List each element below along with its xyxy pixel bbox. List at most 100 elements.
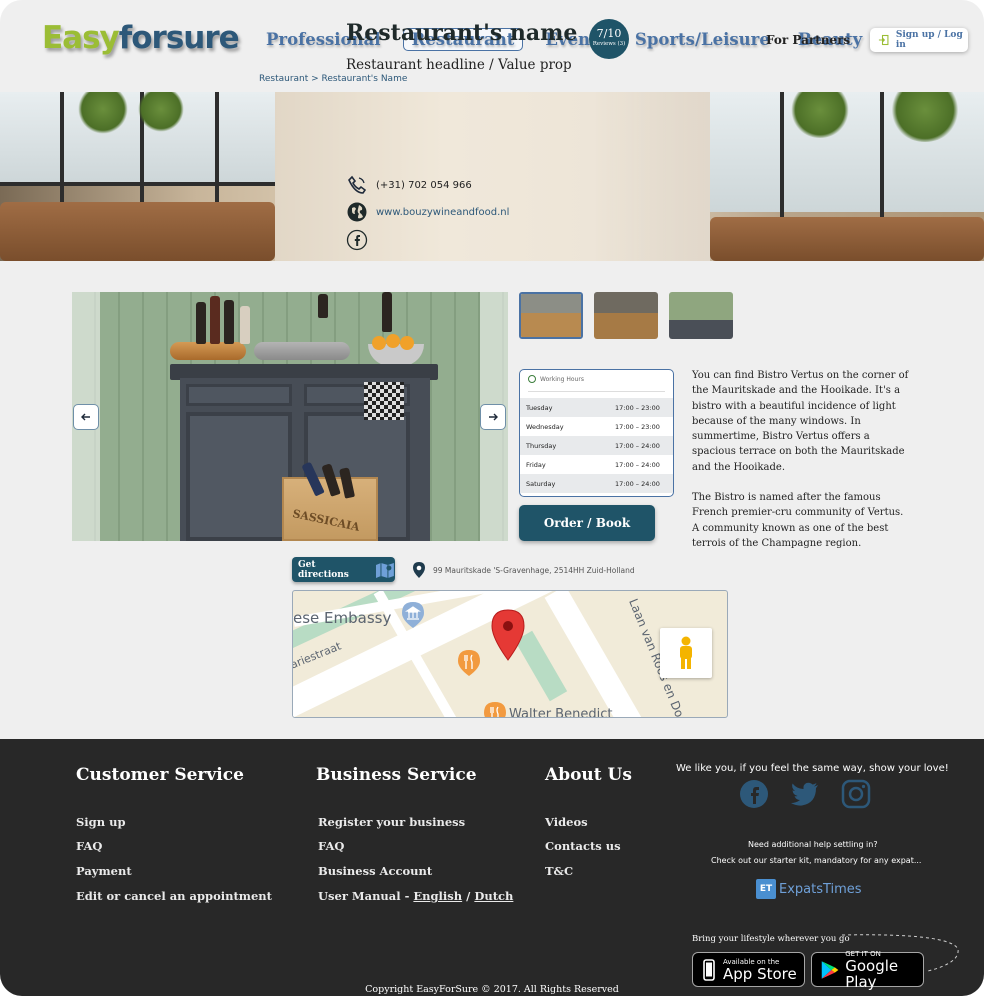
copyright: Copyright EasyForSure © 2017. All Rights…: [365, 984, 619, 995]
signup-login-label: Sign up / Log in: [895, 30, 963, 50]
facebook-row[interactable]: [346, 229, 376, 251]
instagram-icon[interactable]: [841, 779, 871, 809]
footer-link-payment[interactable]: Payment: [76, 864, 132, 878]
street-view-button[interactable]: [660, 628, 712, 678]
globe-icon: [347, 202, 367, 222]
hours-day: Saturday: [526, 479, 556, 488]
hours-day: Thursday: [526, 441, 557, 450]
app-store-big-label: App Store: [723, 964, 797, 983]
gallery-bottle: [318, 294, 328, 318]
rating-badge[interactable]: 7/10 Reviews (3): [589, 19, 629, 59]
thumb-floor: [669, 320, 733, 339]
gallery-sausage: [254, 342, 350, 360]
love-text: We like you, if you feel the same way, s…: [676, 763, 949, 774]
nav-sports-leisure[interactable]: Sports/Leisure: [629, 28, 776, 51]
gallery-thumbnail[interactable]: [594, 292, 658, 339]
order-book-button[interactable]: Order / Book: [519, 505, 655, 541]
page: Easyforsure Professional Restaurant Even…: [0, 0, 984, 996]
expats-times-link[interactable]: ET ExpatsTimes: [756, 879, 862, 899]
business-service-heading: Business Service: [316, 765, 477, 785]
gallery-fruit: [372, 336, 386, 350]
location-marker-icon: [491, 609, 525, 661]
footer-link-videos[interactable]: Videos: [545, 815, 588, 829]
hero-frame: [0, 182, 275, 186]
gallery-bottle: [382, 292, 392, 332]
for-partners-link[interactable]: For Partners: [766, 33, 850, 47]
phone-icon: [348, 175, 367, 194]
logo[interactable]: Easyforsure: [42, 20, 240, 56]
gallery-bread: [170, 342, 246, 360]
footer-link-business-account[interactable]: Business Account: [318, 864, 432, 878]
gallery-drawer: [186, 384, 292, 406]
footer-link-signup[interactable]: Sign up: [76, 815, 125, 829]
manual-dutch-link[interactable]: Dutch: [474, 889, 513, 903]
photo-gallery[interactable]: SASSICAIA: [72, 292, 508, 541]
footer-link-faq[interactable]: FAQ: [76, 839, 102, 853]
hours-day: Friday: [526, 460, 546, 469]
working-hours-card: Working Hours Tuesday 17:00 – 23:00 Wedne…: [519, 369, 674, 497]
pegman-icon: [680, 636, 692, 669]
arrow-right-icon: [489, 413, 498, 421]
hero-bench: [710, 217, 984, 261]
gallery-next-button[interactable]: [480, 404, 506, 430]
customer-service-heading: Customer Service: [76, 765, 244, 785]
hours-day: Tuesday: [526, 403, 553, 412]
working-hours-header: Working Hours: [528, 375, 665, 392]
restaurant-headline: Restaurant headline / Value prop: [346, 57, 572, 73]
thumb-wall: [594, 292, 658, 315]
hero-overlay-fade: [600, 92, 710, 261]
footer-link-terms[interactable]: T&C: [545, 864, 573, 878]
description-paragraph: The Bistro is named after the famous Fre…: [692, 492, 904, 519]
get-directions-button[interactable]: Get directions: [292, 557, 395, 582]
footer-link-edit-appointment[interactable]: Edit or cancel an appointment: [76, 889, 272, 903]
logo-forsure: forsure: [118, 20, 240, 56]
manual-english-link[interactable]: English: [413, 889, 462, 903]
description-paragraph: A community known as one of the best ter…: [692, 522, 889, 549]
website-link[interactable]: www.bouzywineandfood.nl: [376, 207, 509, 218]
hero-bench: [0, 202, 275, 261]
apple-icon: [703, 958, 715, 981]
rating-reviews: Reviews (3): [592, 41, 626, 47]
thumb-wall: [521, 294, 581, 315]
facebook-icon[interactable]: [739, 779, 769, 809]
gallery-thumbnail[interactable]: [519, 292, 583, 339]
gallery-fruit: [386, 334, 400, 348]
facebook-icon: [346, 229, 368, 251]
address-row[interactable]: 99 Mauritskade 'S-Gravenhage, 2514HH Zui…: [412, 561, 635, 579]
hours-time: 17:00 – 24:00: [615, 479, 660, 488]
gallery-bottle: [224, 300, 234, 344]
gallery-bottle: [240, 306, 250, 344]
gallery-fruit: [400, 336, 414, 350]
help-text-1: Need additional help settling in?: [748, 840, 878, 849]
app-store-badge[interactable]: Available on the App Store: [692, 952, 805, 987]
hours-time: 17:00 – 24:00: [615, 441, 660, 450]
restaurant-name: Restaurant's name: [346, 20, 578, 46]
phone-row[interactable]: (+31) 702 054 966: [346, 174, 472, 196]
restaurant-marker-icon: [458, 650, 480, 676]
expats-times-label: ExpatsTimes: [779, 881, 862, 897]
twitter-icon[interactable]: [790, 779, 820, 809]
footer-link-business-faq[interactable]: FAQ: [318, 839, 344, 853]
gallery-thumbnail[interactable]: [669, 292, 733, 339]
gallery-bottle: [196, 302, 206, 344]
address-text: 99 Mauritskade 'S-Gravenhage, 2514HH Zui…: [433, 565, 635, 575]
get-directions-label: Get directions: [298, 559, 349, 580]
gallery-door: [186, 412, 292, 541]
gallery-prev-button[interactable]: [73, 404, 99, 430]
signup-login-button[interactable]: Sign up / Log in: [870, 28, 968, 52]
hero-frame: [880, 92, 884, 217]
logo-easy: Easy: [42, 20, 120, 56]
hours-row: Thursday 17:00 – 24:00: [520, 436, 673, 455]
gallery-bottle: [210, 296, 220, 344]
arrow-left-icon: [81, 413, 90, 421]
breadcrumb[interactable]: Restaurant > Restaurant's Name: [259, 74, 407, 84]
user-manual-label: User Manual -: [318, 889, 414, 903]
restaurant-marker-icon: [484, 702, 506, 717]
google-play-badge[interactable]: GET IT ON Google Play: [811, 950, 924, 990]
website-row[interactable]: www.bouzywineandfood.nl: [346, 201, 509, 223]
hero-banner: [0, 92, 984, 261]
thumb-floor: [594, 313, 658, 339]
hours-time: 17:00 – 24:00: [615, 460, 660, 469]
footer-link-register-business[interactable]: Register your business: [318, 815, 465, 829]
footer-link-contacts[interactable]: Contacts us: [545, 839, 621, 853]
